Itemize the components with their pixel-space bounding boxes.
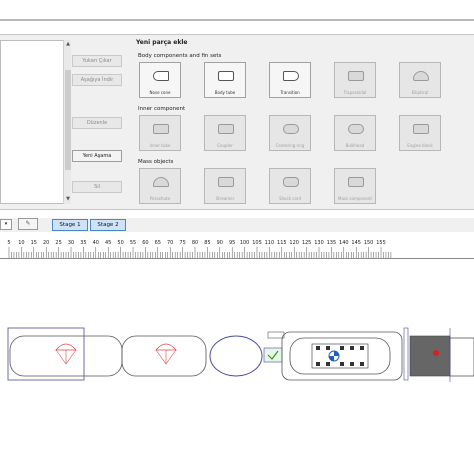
stage-dropdown[interactable]: ▾ — [0, 219, 12, 230]
tile-trapezoidal[interactable]: Trapezoidal — [334, 62, 376, 98]
tile-mass-component[interactable]: Mass component — [334, 168, 376, 204]
ruler-label: 140 — [339, 240, 349, 246]
streamer-icon — [218, 177, 234, 187]
tab-stage-1[interactable]: Stage 1 — [52, 219, 88, 231]
ruler-label: 50 — [117, 240, 123, 246]
move-up-button[interactable]: Yukarı Çıkar — [72, 55, 122, 67]
ruler-label: 95 — [229, 240, 235, 246]
nozzle — [449, 337, 474, 377]
ruler-label: 5 — [7, 240, 10, 246]
ruler-label: 150 — [364, 240, 374, 246]
tile-engine-block[interactable]: Engine block — [399, 115, 441, 151]
scroll-thumb[interactable] — [65, 70, 71, 170]
tile-elliptical[interactable]: Elliptical — [399, 62, 441, 98]
ruler: 5 10 15 20 25 30 35 40 45 50 55 60 65 70 75 80 85 90 95 100… — [0, 235, 474, 259]
parachute-icon — [55, 343, 77, 365]
ruler-label: 60 — [142, 240, 148, 246]
centering-ring-icon — [283, 124, 299, 134]
bulkhead-icon — [348, 124, 364, 134]
ruler-label: 90 — [217, 240, 223, 246]
ruler-label: 10 — [18, 240, 24, 246]
tab-stage-2[interactable]: Stage 2 — [90, 219, 126, 231]
tile-transition[interactable]: Transition — [269, 62, 311, 98]
tree-scrollbar[interactable]: ▲ ▼ — [63, 40, 71, 204]
ruler-label: 70 — [167, 240, 173, 246]
ruler-label: 25 — [55, 240, 61, 246]
move-down-button[interactable]: Aşağıya İndir — [72, 74, 122, 86]
stage-separator — [403, 327, 409, 381]
section-label-mass: Mass objects — [138, 159, 174, 165]
top-divider — [0, 19, 474, 21]
tile-centering-ring[interactable]: Centering ring — [269, 115, 311, 151]
parachute-icon — [155, 343, 177, 365]
tile-body-tube[interactable]: Body tube — [204, 62, 246, 98]
tile-inner-tube[interactable]: Inner tube — [139, 115, 181, 151]
rocket-design-canvas[interactable] — [0, 260, 474, 474]
delete-button[interactable]: Sil — [72, 181, 122, 193]
trapezoidal-fin-icon — [348, 71, 364, 81]
motor-mount — [289, 337, 391, 375]
nose-cone-icon — [153, 71, 169, 81]
ruler-label: 145 — [351, 240, 361, 246]
tile-nose-cone[interactable]: Nose cone — [139, 62, 181, 98]
mass-component-icon — [348, 177, 364, 187]
ruler-label: 115 — [277, 240, 287, 246]
ruler-label: 110 — [265, 240, 275, 246]
parachute-icon — [153, 177, 169, 187]
ruler-label: 105 — [252, 240, 262, 246]
body-tube-icon — [218, 71, 234, 81]
checkmark-icon — [263, 347, 283, 363]
coupler-icon — [218, 124, 234, 134]
ruler-label: 120 — [289, 240, 299, 246]
ruler-label: 130 — [314, 240, 324, 246]
transition-icon — [283, 71, 299, 81]
engine-block-icon — [413, 124, 429, 134]
section-label-inner: Inner component — [138, 106, 186, 112]
center-of-gravity-icon — [328, 350, 340, 362]
tile-streamer[interactable]: Streamer — [204, 168, 246, 204]
bulkhead-ring — [209, 335, 263, 377]
ruler-label: 20 — [43, 240, 49, 246]
ruler-label: 85 — [204, 240, 210, 246]
ruler-label: 35 — [80, 240, 86, 246]
motor-block — [409, 335, 451, 377]
add-part-title: Yeni parça ekle — [136, 39, 188, 46]
rocket-drawing[interactable] — [0, 260, 474, 474]
component-tree[interactable] — [0, 40, 70, 204]
ruler-label: 75 — [179, 240, 185, 246]
ruler-label: 135 — [327, 240, 337, 246]
scroll-down-icon[interactable]: ▼ — [64, 195, 72, 203]
pressure-center-icon — [433, 350, 439, 356]
ruler-label: 55 — [130, 240, 136, 246]
electronics-bay-icon — [311, 343, 369, 369]
ruler-label: 45 — [105, 240, 111, 246]
ruler-label: 40 — [93, 240, 99, 246]
title-area — [0, 0, 474, 20]
tile-coupler[interactable]: Coupler — [204, 115, 246, 151]
ruler-label: 80 — [192, 240, 198, 246]
ruler-label: 125 — [302, 240, 312, 246]
inner-tube-icon — [153, 124, 169, 134]
edit-tool-icon[interactable]: ✎ — [18, 218, 38, 230]
tile-parachute[interactable]: Parachute — [139, 168, 181, 204]
shock-cord-icon — [283, 177, 299, 187]
tile-bulkhead[interactable]: Bulkhead — [334, 115, 376, 151]
body-tube-2 — [121, 335, 207, 377]
elliptical-fin-icon — [413, 71, 429, 81]
tile-shock-cord[interactable]: Shock cord — [269, 168, 311, 204]
ruler-baseline — [0, 258, 474, 259]
ruler-label: 100 — [240, 240, 250, 246]
ruler-label: 30 — [68, 240, 74, 246]
launch-lug — [267, 331, 285, 339]
section-label-body: Body components and fin sets — [138, 53, 222, 59]
ruler-label: 155 — [376, 240, 386, 246]
edit-button[interactable]: Düzenle — [72, 117, 122, 129]
body-tube-3 — [281, 331, 403, 381]
ruler-scale: 5 10 15 20 25 30 35 40 45 50 55 60 65 70 75 80 85 90 95 100… — [7, 240, 392, 258]
new-stage-button[interactable]: Yeni Aşama — [72, 150, 122, 162]
ruler-label: 15 — [31, 240, 37, 246]
ruler-label: 65 — [155, 240, 161, 246]
scroll-up-icon[interactable]: ▲ — [64, 40, 72, 48]
